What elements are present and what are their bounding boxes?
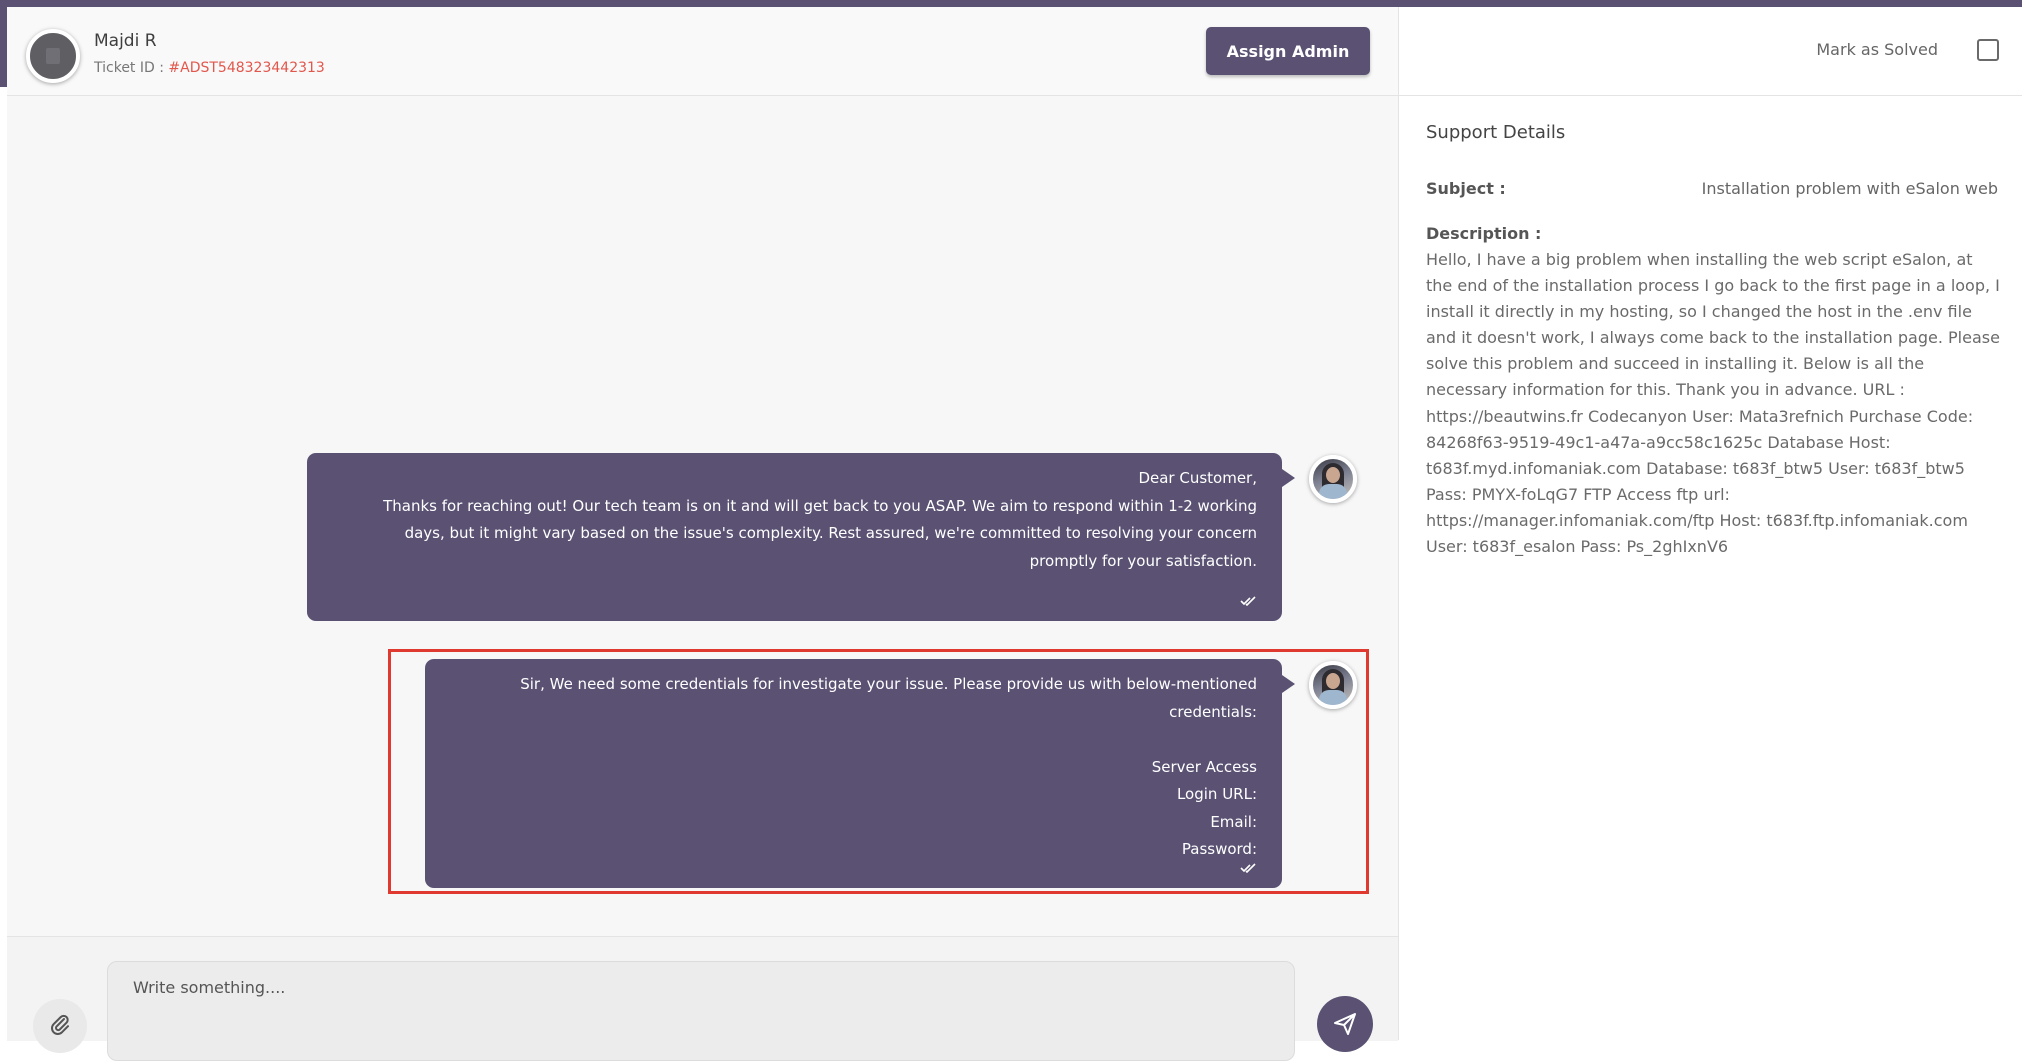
details-header: Mark as Solved [1399,7,2022,96]
double-check-icon [1240,596,1256,606]
message-line: Dear Customer, [1138,469,1257,487]
customer-name: Majdi R [94,31,157,51]
ticket-id-value: #ADST548323442313 [168,60,325,76]
subject-label: Subject : [1426,179,1506,198]
mark-solved-label: Mark as Solved [1816,40,1938,59]
highlight-box [388,649,1369,894]
chat-message-bubble: Dear Customer, Thanks for reaching out! … [307,453,1295,621]
assign-admin-button[interactable]: Assign Admin [1206,27,1370,75]
left-accent-bar [0,7,7,87]
bubble-tail [1282,469,1295,487]
send-icon [1334,1013,1356,1035]
send-button[interactable] [1317,996,1373,1052]
ticket-id-line: Ticket ID : #ADST548323442313 [94,60,325,76]
ticket-id-label: Ticket ID : [94,60,169,76]
message-input[interactable] [107,961,1295,1061]
chat-panel: Majdi R Ticket ID : #ADST548323442313 As… [7,7,1398,1061]
details-title: Support Details [1426,122,1566,143]
message-line: Thanks for reaching out! Our tech team i… [383,496,1257,570]
paperclip-icon [51,1014,69,1035]
description-text: Hello, I have a big problem when install… [1426,250,2000,557]
message-composer [7,936,1398,1061]
customer-avatar [26,29,80,83]
description-label: Description : [1426,224,1542,243]
support-details-panel: Mark as Solved Support Details Subject :… [1398,7,2022,1040]
subject-value: Installation problem with eSalon web [1701,179,1998,198]
mark-solved-checkbox[interactable] [1977,39,1999,61]
attach-button[interactable] [33,999,87,1053]
chat-header: Majdi R Ticket ID : #ADST548323442313 As… [7,7,1398,96]
top-accent-bar [0,0,2022,7]
agent-avatar [1309,455,1357,503]
